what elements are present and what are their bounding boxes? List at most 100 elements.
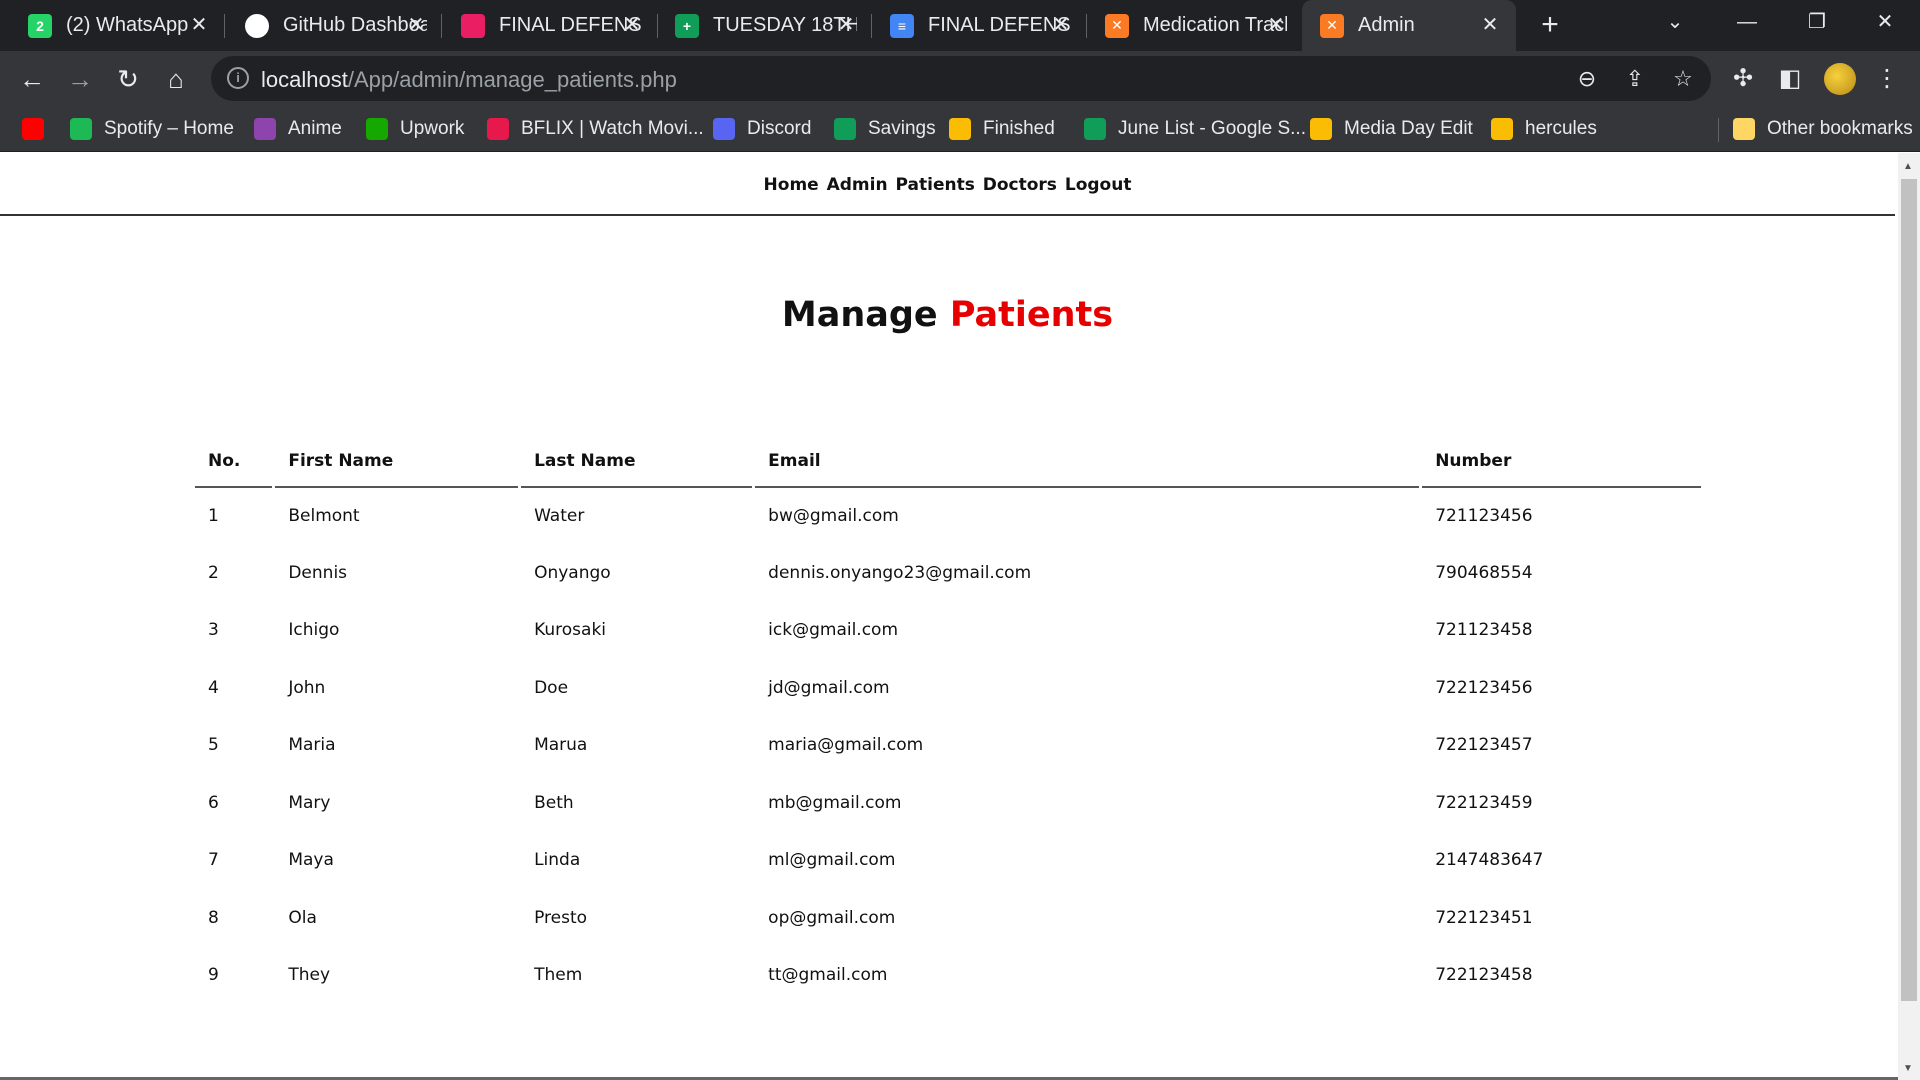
table-cell: 722123451 [1435,907,1533,928]
address-bar[interactable]: i localhost/App/admin/manage_patients.ph… [211,56,1711,101]
table-cell: Maria [288,735,336,756]
browser-tab[interactable]: FINAL DEFENSE ✕ [443,0,658,51]
nav-link-patients[interactable]: Patients [896,175,975,195]
bookmark-item[interactable]: Discord [713,106,811,152]
browser-tab[interactable]: GitHub Dashboard✕ [227,0,442,51]
table-cell: 1 [208,506,219,526]
upwork-icon [366,118,388,140]
browser-tab[interactable]: + TUESDAY 18TH ✕ [657,0,872,51]
bookmark-item[interactable]: hercules [1491,106,1597,152]
table-cell: 2 [208,562,219,583]
table-cell: 3 [208,620,219,641]
tab-separator [224,14,225,38]
share-icon[interactable]: ⇪ [1621,65,1649,93]
nav-link-home[interactable]: Home [764,175,819,195]
column-header: First Name [275,436,519,488]
table-cell: 722123457 [1435,735,1533,756]
table-cell: 8 [208,907,219,928]
close-tab-icon[interactable]: ✕ [834,13,858,37]
nav-link-admin[interactable]: Admin [827,175,888,195]
browser-tab[interactable]: ✕ Admin ✕ [1302,0,1516,51]
zoom-icon[interactable]: ⊖ [1573,65,1601,93]
restore-icon[interactable]: ❐ [1782,0,1852,44]
close-tab-icon[interactable]: ✕ [1478,13,1502,37]
table-cell: Doe [534,677,569,698]
other-bookmarks[interactable]: Other bookmarks [1733,106,1913,152]
table-cell: Water [534,506,585,526]
close-tab-icon[interactable]: ✕ [404,13,428,37]
reload-icon[interactable]: ↻ [112,63,144,95]
scroll-up-icon[interactable]: ▲ [1903,161,1913,172]
vertical-scrollbar[interactable]: ▲ ▼ [1898,153,1920,1080]
bookmark-label: Anime [288,118,342,139]
table-cell: maria@gmail.com [768,735,924,756]
table-cell: 9 [208,965,219,986]
table-cell: 4 [208,677,219,698]
bookmark-item[interactable]: Finished [949,106,1055,152]
table-cell: 2147483647 [1435,850,1544,871]
bookmark-item[interactable]: BFLIX | Watch Movi... [487,106,704,152]
bookmark-item[interactable]: Media Day Edit [1310,106,1473,152]
scroll-thumb[interactable] [1901,179,1917,1001]
table-row: 6 Mary Beth mb@gmail.com 722123459 [195,774,1701,832]
nav-link-doctors[interactable]: Doctors [983,175,1057,195]
side-panel-icon[interactable]: ◧ [1775,64,1805,94]
google-docs-icon: ≡ [890,13,914,38]
column-header: Last Name [521,436,753,488]
menu-icon[interactable]: ⋮ [1872,64,1902,94]
youtube-icon [22,118,44,140]
close-tab-icon[interactable]: ✕ [1049,13,1073,37]
bookmark-item[interactable]: June List - Google S... [1084,106,1306,152]
bookmark-label: Savings [868,118,936,139]
bookmark-item[interactable]: Anime [254,106,342,152]
back-icon[interactable]: ← [16,63,48,95]
discord-icon [713,118,735,140]
bookmark-label: Upwork [400,118,465,139]
column-header: Number [1422,436,1701,488]
google-classroom-icon [461,13,485,38]
profile-avatar[interactable] [1824,63,1856,95]
browser-tab[interactable]: 2 (2) WhatsApp ✕ [10,0,225,51]
xampp-icon: ✕ [1320,13,1344,38]
column-header: Email [755,436,1420,488]
bookmark-item[interactable]: Upwork [366,106,464,152]
minimize-icon[interactable]: — [1712,0,1782,44]
bookmark-label: Spotify – Home [104,118,234,139]
forward-icon[interactable]: → [64,63,96,95]
bookmarks-divider [1718,118,1719,142]
google-drive-icon [1491,118,1513,140]
browser-tab[interactable]: ✕Medication Tracker✕ [1087,0,1302,51]
extensions-icon[interactable]: ✣ [1728,64,1758,94]
tab-search-icon[interactable]: ⌄ [1640,0,1710,44]
bookmark-label: Media Day Edit [1344,118,1473,139]
bookmark-star-icon[interactable]: ☆ [1669,65,1697,93]
table-cell: Ola [288,907,317,928]
table-cell: Dennis [288,562,348,583]
close-tab-icon[interactable]: ✕ [1264,13,1288,37]
bookmark-item[interactable]: Spotify – Home [70,106,234,152]
bookmark-item[interactable]: Savings [834,106,936,152]
table-cell: bw@gmail.com [768,506,899,526]
title-word-patients: Patients [949,295,1114,335]
patients-table: No. First Name Last Name Email Number 1 Belmo… [192,436,1704,1004]
bookmarks-bar: Spotify – Home Anime Upwork BFLIX | Watch M… [0,106,1920,152]
google-drive-icon [949,118,971,140]
home-icon[interactable]: ⌂ [160,63,192,95]
bookmark-item[interactable] [22,106,56,152]
table-row: 7 Maya Linda ml@gmail.com 2147483647 [195,832,1701,890]
browser-toolbar: ← → ↻ ⌂ i localhost/App/admin/manage_pat… [0,51,1920,106]
scroll-down-icon[interactable]: ▼ [1903,1063,1913,1074]
site-info-icon[interactable]: i [227,67,249,89]
table-cell: Ichigo [288,620,340,641]
close-tab-icon[interactable]: ✕ [187,13,211,37]
new-tab-button[interactable]: + [1534,9,1566,41]
close-tab-icon[interactable]: ✕ [620,13,644,37]
table-cell: Maya [288,850,334,871]
nav-link-logout[interactable]: Logout [1065,175,1132,195]
browser-tab[interactable]: ≡ FINAL DEFENSE ✕ [872,0,1087,51]
table-cell: mb@gmail.com [768,792,902,813]
bookmark-label: BFLIX | Watch Movi... [521,118,704,139]
close-window-icon[interactable]: ✕ [1850,0,1920,44]
google-sheets-icon [1084,118,1106,140]
url-text[interactable]: localhost/App/admin/manage_patients.php [261,67,677,93]
